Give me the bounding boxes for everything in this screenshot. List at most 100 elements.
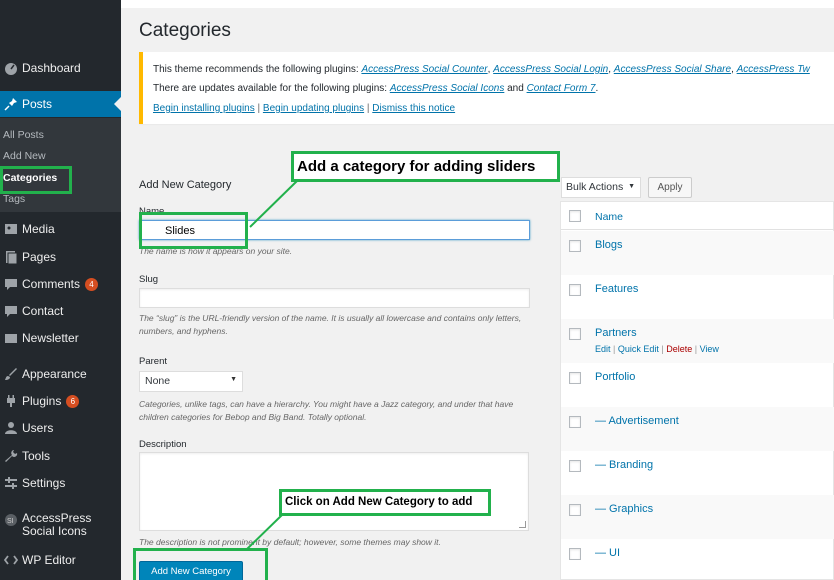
menu-posts[interactable]: Posts bbox=[0, 91, 121, 117]
menu-label: Users bbox=[22, 421, 54, 435]
edit-link[interactable]: Edit bbox=[595, 344, 611, 354]
submenu-add-new[interactable]: Add New bbox=[3, 150, 46, 162]
begin-updating-link[interactable]: Begin updating plugins bbox=[263, 103, 364, 114]
row-checkbox[interactable] bbox=[569, 372, 581, 384]
add-new-category-heading: Add New Category bbox=[139, 179, 232, 191]
menu-users[interactable]: Users bbox=[0, 415, 121, 441]
row-checkbox[interactable] bbox=[569, 460, 581, 472]
button-highlight-box bbox=[133, 548, 268, 580]
plugin-notice: This theme recommends the following plug… bbox=[139, 52, 834, 124]
menu-pages[interactable]: Pages bbox=[0, 244, 121, 270]
menu-plugins[interactable]: Plugins 6 bbox=[0, 388, 121, 414]
notice-link-social-counter[interactable]: AccessPress Social Counter bbox=[361, 64, 487, 75]
menu-appearance[interactable]: Appearance bbox=[0, 361, 121, 387]
category-name-link[interactable]: — UI bbox=[595, 547, 620, 559]
menu-tools[interactable]: Tools bbox=[0, 443, 121, 469]
posts-submenu: All Posts Add New Categories Tags bbox=[0, 118, 121, 212]
menu-wp-editor[interactable]: WP Editor bbox=[0, 547, 121, 573]
table-row: — UI bbox=[561, 539, 834, 580]
parent-help-text: Categories, unlike tags, can have a hier… bbox=[139, 399, 514, 422]
category-name-link[interactable]: — Graphics bbox=[595, 503, 653, 515]
menu-contact[interactable]: Contact bbox=[0, 298, 121, 324]
table-row: Portfolio bbox=[561, 363, 834, 407]
menu-label: Settings bbox=[22, 476, 66, 490]
notice-link-tw[interactable]: AccessPress Tw bbox=[737, 64, 810, 75]
bulk-actions-select[interactable]: Bulk Actions ▼ bbox=[561, 177, 641, 198]
comment-icon bbox=[0, 273, 22, 295]
slug-help-text: The “slug” is the URL-friendly version o… bbox=[139, 313, 522, 336]
apply-button[interactable]: Apply bbox=[648, 177, 692, 198]
menu-label: Appearance bbox=[22, 367, 87, 381]
brush-icon bbox=[0, 363, 22, 385]
menu-label: Dashboard bbox=[22, 61, 81, 75]
notice-link-social-icons[interactable]: AccessPress Social Icons bbox=[390, 83, 505, 94]
row-checkbox[interactable] bbox=[569, 504, 581, 516]
submenu-tags[interactable]: Tags bbox=[3, 193, 25, 205]
callout-click-add: Click on Add New Category to add bbox=[279, 489, 491, 516]
wp-admin-categories-page: Dashboard Posts All Posts Add New Catego… bbox=[0, 0, 834, 580]
menu-label: Pages bbox=[22, 250, 57, 264]
table-header: Name bbox=[561, 202, 834, 230]
users-icon bbox=[0, 417, 22, 439]
slug-label: Slug bbox=[139, 274, 159, 285]
menu-accesspress-social-icons[interactable]: SI AccessPress Social Icons bbox=[0, 509, 121, 541]
category-name-link[interactable]: Partners bbox=[595, 327, 637, 339]
begin-installing-link[interactable]: Begin installing plugins bbox=[153, 103, 255, 114]
notice-link-social-login[interactable]: AccessPress Social Login bbox=[493, 64, 608, 75]
callout-add-category: Add a category for adding sliders bbox=[291, 151, 560, 182]
top-cut-strip bbox=[121, 0, 834, 8]
dismiss-notice-link[interactable]: Dismiss this notice bbox=[372, 103, 455, 114]
category-name-link[interactable]: Blogs bbox=[595, 239, 623, 251]
svg-text:SI: SI bbox=[7, 518, 14, 525]
slug-input[interactable] bbox=[139, 288, 530, 308]
table-row: Partners Edit | Quick Edit | Delete | Vi… bbox=[561, 319, 834, 363]
menu-label: WP Editor bbox=[22, 553, 76, 567]
menu-media[interactable]: Media bbox=[0, 216, 121, 242]
category-name-link[interactable]: Portfolio bbox=[595, 371, 635, 383]
parent-label: Parent bbox=[139, 356, 167, 367]
row-checkbox[interactable] bbox=[569, 416, 581, 428]
row-checkbox[interactable] bbox=[569, 284, 581, 296]
notice-line-actions: Begin installing plugins | Begin updatin… bbox=[153, 103, 456, 114]
delete-link[interactable]: Delete bbox=[666, 344, 692, 354]
settings-icon bbox=[0, 472, 22, 494]
notice-line-updates: There are updates available for the foll… bbox=[153, 83, 599, 94]
media-icon bbox=[0, 218, 22, 240]
notice-link-contact-form-7[interactable]: Contact Form 7 bbox=[527, 83, 596, 94]
notice-line-recommends: This theme recommends the following plug… bbox=[153, 64, 810, 75]
notice-link-social-share[interactable]: AccessPress Social Share bbox=[614, 64, 731, 75]
category-name-link[interactable]: Features bbox=[595, 283, 638, 295]
plugins-count-badge: 6 bbox=[66, 394, 80, 408]
dashboard-icon bbox=[0, 57, 22, 79]
menu-label: Posts bbox=[22, 97, 53, 111]
quick-edit-link[interactable]: Quick Edit bbox=[618, 344, 659, 354]
row-actions: Edit | Quick Edit | Delete | View bbox=[595, 344, 719, 354]
category-name-link[interactable]: — Branding bbox=[595, 459, 653, 471]
categories-table: Name Blogs Features Partners Edit | Quic… bbox=[560, 201, 834, 580]
view-link[interactable]: View bbox=[700, 344, 719, 354]
page-title: Categories bbox=[139, 20, 231, 41]
column-name-header[interactable]: Name bbox=[595, 211, 623, 223]
menu-label: Tools bbox=[22, 449, 51, 463]
table-row: — Branding bbox=[561, 451, 834, 495]
mail-icon bbox=[0, 327, 22, 349]
admin-sidebar: Dashboard Posts All Posts Add New Catego… bbox=[0, 0, 121, 580]
resize-grip-icon[interactable] bbox=[519, 521, 526, 528]
menu-dashboard[interactable]: Dashboard bbox=[0, 55, 121, 81]
parent-select-value: None bbox=[145, 375, 171, 387]
description-label: Description bbox=[139, 439, 187, 450]
menu-settings[interactable]: Settings bbox=[0, 470, 121, 496]
submenu-all-posts[interactable]: All Posts bbox=[3, 129, 44, 141]
row-checkbox[interactable] bbox=[569, 240, 581, 252]
row-checkbox[interactable] bbox=[569, 328, 581, 340]
select-all-checkbox[interactable] bbox=[569, 210, 581, 222]
menu-label: Media bbox=[22, 222, 55, 236]
table-row: Blogs bbox=[561, 231, 834, 275]
menu-label: Contact bbox=[22, 304, 64, 318]
category-name-link[interactable]: — Advertisement bbox=[595, 415, 679, 427]
menu-newsletter[interactable]: Newsletter bbox=[0, 325, 121, 351]
menu-comments[interactable]: Comments 4 bbox=[0, 271, 121, 297]
chevron-down-icon: ▼ bbox=[230, 376, 237, 383]
parent-select[interactable]: None ▼ bbox=[139, 371, 243, 392]
row-checkbox[interactable] bbox=[569, 548, 581, 560]
